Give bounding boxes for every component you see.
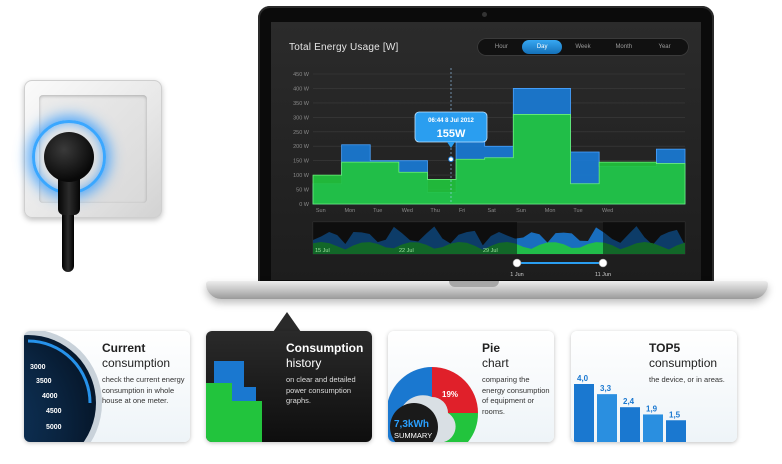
range-end-handle[interactable] <box>598 258 608 268</box>
card-description: comparing the energy consumption of equi… <box>482 375 550 416</box>
y-tick-label: 250 W <box>293 130 310 136</box>
card-title: Current <box>102 341 146 355</box>
top5-bar-label: 1,9 <box>646 404 658 413</box>
card-title: Consumption <box>286 341 364 355</box>
gauge-tick-5000: 5000 <box>46 424 62 431</box>
navigator-date-label: 15 Jul <box>315 248 330 254</box>
top5-bar-label: 3,3 <box>600 384 612 393</box>
donut-chart-icon: 19% 7,3kWh SUMMARY <box>388 367 479 442</box>
x-tick-label: Fri <box>459 208 465 214</box>
tooltip-arrow <box>447 142 455 148</box>
range-start-handle[interactable] <box>512 258 522 268</box>
gauge-tick-3000: 3000 <box>30 364 46 371</box>
navigator-mask-right <box>603 222 685 254</box>
x-tick-label: Mon <box>545 208 556 214</box>
top5-bar <box>620 407 640 442</box>
app-screen: Total Energy Usage [W] Hour Day Week Mon… <box>271 22 701 280</box>
gauge-tick-4000: 4000 <box>42 393 58 400</box>
top5-bar <box>597 394 617 442</box>
product-illustration: Total Energy Usage [W] Hour Day Week Mon… <box>0 0 782 464</box>
x-tick-label: Tue <box>373 208 382 214</box>
card-pie-chart[interactable]: 19% 7,3kWh SUMMARY Pie chart comparing t… <box>388 331 554 442</box>
top5-bar-label: 1,5 <box>669 410 681 419</box>
x-tick-label: Thu <box>430 208 439 214</box>
camera-icon <box>482 12 487 17</box>
y-tick-label: 150 W <box>293 159 310 165</box>
card-description: the device, or in areas. <box>649 375 725 384</box>
history-graph-icon <box>206 361 262 442</box>
top5-bar-icon: 4,0 3,3 2,4 1,9 1,5 <box>574 374 686 442</box>
pie-slice-label: 19% <box>442 390 458 399</box>
x-tick-label: Sun <box>316 208 326 214</box>
top5-bar <box>574 384 594 442</box>
smart-plug-icon <box>44 132 94 182</box>
x-tick-label: Tue <box>573 208 582 214</box>
range-start-label: 1 Jun <box>510 272 523 278</box>
y-tick-label: 100 W <box>293 173 310 179</box>
y-tick-label: 200 W <box>293 144 310 150</box>
range-end-label: 11 Jun <box>595 272 611 278</box>
card-description: on clear and detailed power consumption … <box>286 375 356 405</box>
x-tick-label: Mon <box>344 208 355 214</box>
y-tick-label: 450 W <box>293 72 310 78</box>
active-card-pointer <box>273 312 301 332</box>
card-description: check the current energy consumption in … <box>102 375 185 405</box>
card-top5-consumption[interactable]: 4,0 3,3 2,4 1,9 1,5 TOP5 consumption the dev… <box>571 331 737 442</box>
tooltip-marker <box>448 156 454 163</box>
y-tick-label: 0 W <box>299 202 310 208</box>
y-tick-label: 300 W <box>293 115 310 121</box>
card-consumption-history[interactable]: Consumption history on clear and detaile… <box>206 331 372 442</box>
navigator-date-label: 22 Jul <box>399 248 414 254</box>
card-subtitle: history <box>286 356 322 370</box>
card-subtitle: consumption <box>102 356 171 370</box>
card-current-consumption[interactable]: 3000 3500 4000 4500 5000 Current consump… <box>24 331 190 442</box>
x-tick-label: Sun <box>516 208 526 214</box>
x-tick-label: Wed <box>402 208 413 214</box>
x-tick-label: Sat <box>488 208 497 214</box>
y-tick-label: 50 W <box>296 188 310 194</box>
top5-bar <box>643 414 663 442</box>
summary-value: 7,3kWh <box>394 419 429 430</box>
card-title: Pie <box>482 341 501 355</box>
speedometer-icon: 3000 3500 4000 4500 5000 <box>24 331 102 442</box>
tooltip-time: 06:44 8 Jul 2012 <box>428 118 474 124</box>
card-subtitle: chart <box>482 356 509 370</box>
top5-bar <box>666 420 686 442</box>
gauge-tick-3500: 3500 <box>36 378 52 385</box>
x-tick-label: Wed <box>602 208 613 214</box>
card-title: TOP5 <box>649 341 681 355</box>
card-subtitle: consumption <box>649 356 718 370</box>
tooltip-value: 155W <box>437 128 466 140</box>
top5-bar-label: 2,4 <box>623 397 635 406</box>
y-tick-label: 400 W <box>293 86 310 92</box>
top5-bar-label: 4,0 <box>577 374 589 383</box>
navigator-date-label: 29 Jul <box>483 248 498 254</box>
plug-cable <box>62 210 74 272</box>
y-tick-label: 350 W <box>293 101 310 107</box>
laptop-notch <box>449 281 499 287</box>
energy-area-chart[interactable]: 450 W 400 W 350 W 300 W 250 W 200 W 150 W 100 W… <box>271 22 701 280</box>
summary-label: SUMMARY <box>394 431 432 440</box>
gauge-tick-4500: 4500 <box>46 408 62 415</box>
